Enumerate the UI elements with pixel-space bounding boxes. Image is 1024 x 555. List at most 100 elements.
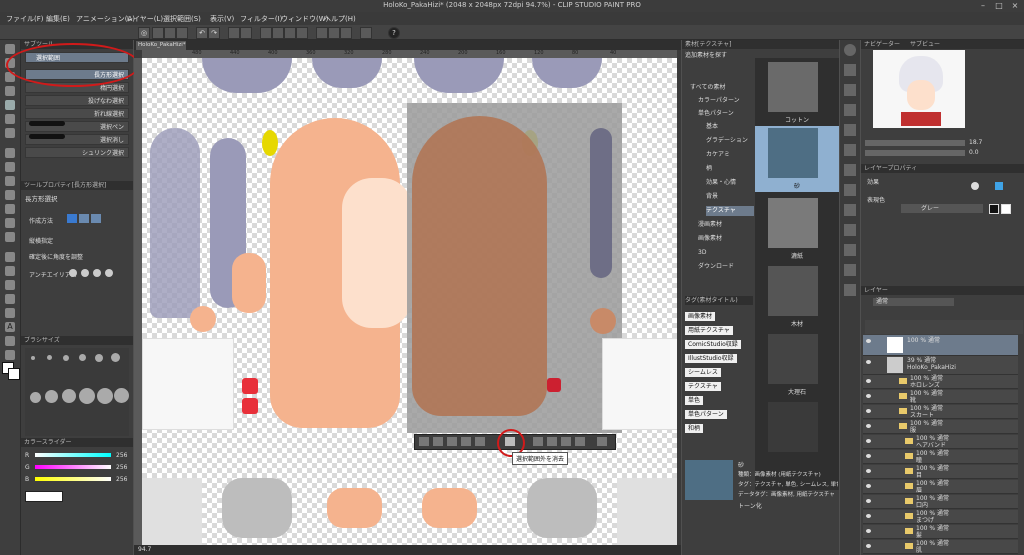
frame-tool-icon[interactable] [5,294,15,304]
menu-selection[interactable]: 選択範囲(S) [163,14,201,24]
tab-subview[interactable]: サブビュー [910,41,940,48]
launcher-button[interactable] [547,437,557,446]
panel-icon[interactable] [844,204,856,216]
deselect-icon[interactable] [272,27,284,39]
panel-icon[interactable] [844,264,856,276]
panel-icon[interactable] [844,184,856,196]
navigator-icon[interactable] [844,44,856,56]
transform-icon[interactable] [260,27,272,39]
invert-icon[interactable] [284,27,296,39]
navigator-preview[interactable] [873,50,965,128]
material-thumb-cotton[interactable] [768,62,818,112]
tag-mono[interactable]: 単色 [685,396,704,405]
launcher-button[interactable] [433,437,443,446]
layer-row[interactable]: 100 % 通常髪 [863,525,1018,539]
tree-texture[interactable]: テクスチャ [706,206,754,216]
drawing-canvas[interactable]: 選択範囲外を消去 [142,58,677,545]
snap-special-icon[interactable] [340,27,352,39]
tone-checkbox[interactable]: トーン化 [738,501,762,510]
panel-icon[interactable] [844,124,856,136]
g-slider[interactable] [35,465,111,469]
launcher-button[interactable] [533,437,543,446]
eyedropper-tool-icon[interactable] [5,128,15,138]
menu-edit[interactable]: 編集(E) [46,14,70,24]
layer-row[interactable]: 100 % 通常 まつげ [863,510,1018,524]
prop-aspect[interactable]: 縦横指定 [29,236,53,245]
layer-row[interactable]: 100 % 通常瞳 [863,450,1018,464]
b-value[interactable]: 256 [116,476,127,483]
layer-row[interactable]: 100 % 通常服 [863,420,1018,434]
layer-row[interactable]: 100 % 通常肌 [863,540,1018,554]
launcher-button[interactable] [561,437,571,446]
launcher-button[interactable] [575,437,585,446]
navigator-angle-value[interactable]: 0.0 [969,149,979,156]
menu-filter[interactable]: フィルター(I) [240,14,282,24]
panel-icon[interactable] [844,164,856,176]
open-icon[interactable] [164,27,176,39]
tag-seamless[interactable]: シームレス [685,368,721,377]
tag-comicstudio[interactable]: ComicStudio収録 [685,340,741,349]
layer-row[interactable]: 100 % 通常 口内 [863,495,1018,509]
display-color-black[interactable] [989,204,999,214]
snap-grid-icon[interactable] [328,27,340,39]
tag-mono-pattern[interactable]: 単色パターン [685,410,727,419]
tag-illuststudio[interactable]: IllustStudio収録 [685,354,737,363]
menu-file[interactable]: ファイル(F) [6,14,44,24]
correct-line-tool-icon[interactable] [5,350,15,360]
fill-icon[interactable] [240,27,252,39]
menu-help[interactable]: ヘルプ(H) [324,14,356,24]
save-icon[interactable] [176,27,188,39]
undo-icon[interactable]: ↶ [196,27,208,39]
menu-layer[interactable]: レイヤー(L) [126,14,163,24]
panel-icon[interactable] [844,244,856,256]
material-thumb-washi[interactable] [768,198,818,248]
panel-icon[interactable] [844,224,856,236]
pen-tool-icon[interactable] [5,148,15,158]
navigator-zoom-value[interactable]: 18.7 [969,139,982,146]
sub-tool-polyline-select[interactable]: 折れ線選択 [25,108,129,119]
current-color-swatch[interactable] [25,491,63,502]
layer-row[interactable]: 100 % 通常目 [863,465,1018,479]
tag-paper-texture[interactable]: 用紙テクスチャ [685,326,733,335]
sub-tool-lasso-select[interactable]: 投げなわ選択 [25,95,129,106]
tag-wagara[interactable]: 和柄 [685,424,704,433]
sub-tool-shrink-select[interactable]: シュリンク選択 [25,147,129,158]
clear-icon[interactable] [228,27,240,39]
panel-icon[interactable] [844,144,856,156]
show-selection-icon[interactable] [296,27,308,39]
sub-color-swatch[interactable] [8,368,20,380]
layer-row[interactable]: 100 % 通常眉 [863,480,1018,494]
eraser-tool-icon[interactable] [5,218,15,228]
selection-tool-icon[interactable] [5,100,15,110]
find-more-materials[interactable]: 追加素材を探す [685,51,753,60]
gradient-tool-icon[interactable] [5,266,15,276]
aa-none-radio[interactable] [69,269,77,277]
r-slider[interactable] [35,453,111,457]
menu-view[interactable]: 表示(V) [210,14,234,24]
material-thumb-wood[interactable] [768,266,818,316]
ruler-tool-icon[interactable] [5,308,15,318]
free-mode-button[interactable] [91,214,101,223]
help-icon[interactable]: ? [388,27,400,39]
material-thumb-marble[interactable] [768,334,818,384]
effect-border-icon[interactable] [971,182,979,190]
navigator-angle-slider[interactable] [865,150,965,156]
tag-texture[interactable]: テクスチャ [685,382,721,391]
fill-tool-icon[interactable] [5,252,15,262]
material-thumb-next[interactable] [768,402,818,452]
launcher-button[interactable] [419,437,429,446]
launcher-button[interactable] [461,437,471,446]
g-value[interactable]: 256 [116,464,127,471]
redo-icon[interactable]: ↷ [208,27,220,39]
panel-icon[interactable] [844,64,856,76]
layer-row[interactable]: 100 % 通常 スカート [863,405,1018,419]
launcher-button[interactable] [447,437,457,446]
aa-medium-radio[interactable] [93,269,101,277]
zoom-readout[interactable]: 94.7 [138,546,151,553]
panel-icon[interactable] [844,104,856,116]
aa-weak-radio[interactable] [81,269,89,277]
doc-tab[interactable]: HoloKo_PakaHizi* [136,41,186,50]
tree-all-materials[interactable]: すべての素材 [690,83,762,93]
auto-select-tool-icon[interactable] [5,114,15,124]
zoom-tool-icon[interactable] [5,44,15,54]
